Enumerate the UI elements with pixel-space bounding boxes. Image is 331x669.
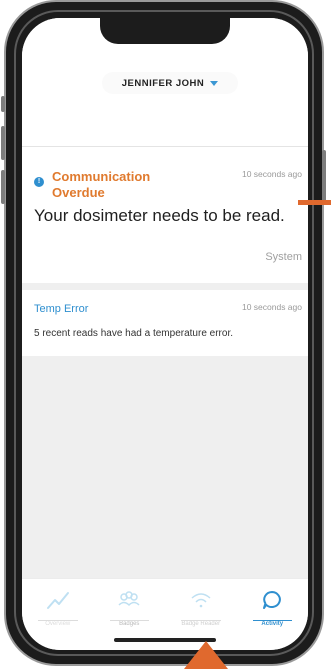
nav-label: Overview [45, 621, 71, 627]
chat-bubble-icon [263, 591, 282, 609]
power-button [322, 150, 326, 204]
caret-down-icon [210, 80, 219, 86]
notification-message: 5 recent reads have had a temperature er… [34, 328, 234, 339]
notification-time: 10 seconds ago [241, 302, 302, 312]
notification-source: System [265, 251, 302, 263]
nav-underline [38, 620, 78, 621]
nav-underline [181, 620, 221, 621]
info-icon: ! [34, 177, 44, 187]
notification-time: 10 seconds ago [241, 169, 302, 179]
nav-item-activity[interactable]: Activity [237, 579, 309, 650]
annotation-arrow-up [184, 641, 228, 669]
app-screen: JENNIFER JOHN ! Communication Overdue 10… [22, 18, 308, 650]
notification-message: Your dosimeter needs to be read. [34, 206, 285, 225]
nav-underline [109, 620, 149, 621]
mute-switch [1, 96, 5, 112]
notification-card[interactable]: ! Communication Overdue 10 seconds ago Y… [22, 146, 308, 283]
notification-title: Communication Overdue [52, 169, 151, 200]
nav-label: Badges [119, 621, 140, 627]
annotation-arrow-pointer [298, 200, 331, 205]
nav-underline [252, 620, 292, 621]
line-chart-icon [46, 592, 69, 609]
user-switcher[interactable]: JENNIFER JOHN [102, 72, 238, 94]
nav-label: Activity [261, 621, 284, 627]
volume-up-button [1, 126, 5, 160]
nav-label: Badge Reader [181, 621, 221, 627]
notification-card[interactable]: Temp Error 10 seconds ago 5 recent reads… [22, 290, 308, 356]
volume-down-button [1, 170, 5, 204]
user-name: JENNIFER JOHN [121, 77, 205, 89]
notch [100, 18, 230, 44]
wifi-icon [191, 593, 211, 608]
nav-item-overview[interactable]: Overview [22, 579, 94, 650]
notification-title: Temp Error [34, 303, 89, 315]
people-group-icon [118, 591, 140, 607]
